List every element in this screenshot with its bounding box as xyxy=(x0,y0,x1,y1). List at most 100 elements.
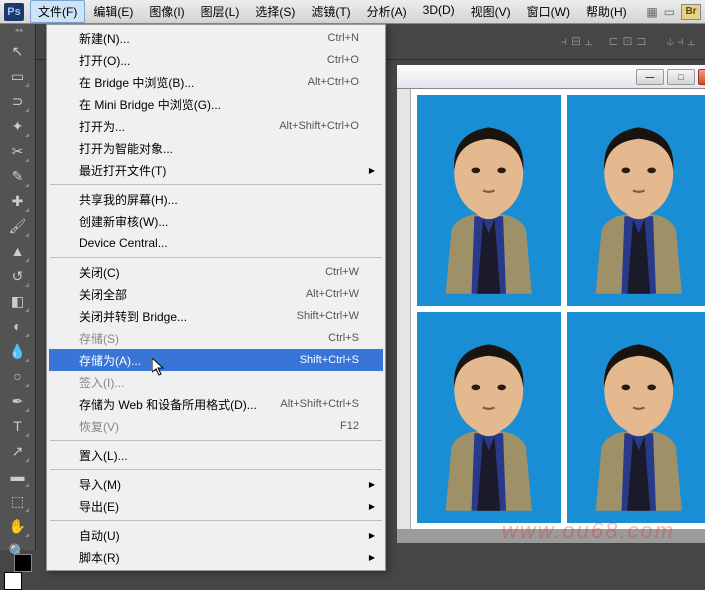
maximize-button[interactable]: □ xyxy=(667,69,695,85)
background-color[interactable] xyxy=(14,554,32,572)
menu-item[interactable]: 视图(V) xyxy=(463,0,519,23)
lasso-tool[interactable]: ⊃ xyxy=(6,89,30,113)
id-photo xyxy=(417,312,561,523)
align-icon[interactable]: ⫠ xyxy=(585,34,592,49)
menu-label: 在 Bridge 中浏览(B)... xyxy=(79,74,308,91)
menu-item[interactable]: 图像(I) xyxy=(141,0,192,23)
marquee-tool[interactable]: ▭ xyxy=(6,64,30,88)
panel-handle[interactable] xyxy=(3,28,33,34)
document-titlebar[interactable]: — □ ✕ xyxy=(397,65,705,89)
align-icon[interactable]: ⊡ xyxy=(622,34,632,49)
gradient-tool[interactable]: ◐ xyxy=(6,314,30,338)
screen-mode-icon[interactable]: ▭ xyxy=(664,5,675,19)
menu-label: 关闭并转到 Bridge... xyxy=(79,308,297,325)
healing-tool[interactable]: ✚ xyxy=(6,189,30,213)
id-photo xyxy=(417,95,561,306)
history-brush-tool[interactable]: ↺ xyxy=(6,264,30,288)
menu-shortcut: Ctrl+S xyxy=(328,332,359,344)
menu-row[interactable]: 在 Mini Bridge 中浏览(G)... xyxy=(49,93,383,115)
menu-label: 关闭全部 xyxy=(79,286,306,303)
menu-label: 恢复(V) xyxy=(79,418,340,435)
path-tool[interactable]: ↗ xyxy=(6,439,30,463)
menu-row[interactable]: 最近打开文件(T) xyxy=(49,159,383,181)
menu-item[interactable]: 帮助(H) xyxy=(578,0,635,23)
menu-label: 新建(N)... xyxy=(79,30,328,47)
menu-item[interactable]: 3D(D) xyxy=(415,0,463,23)
type-tool[interactable]: T xyxy=(6,414,30,438)
eraser-tool[interactable]: ◧ xyxy=(6,289,30,313)
align-icon[interactable]: ⊐ xyxy=(637,34,647,49)
menu-row[interactable]: 导出(E) xyxy=(49,495,383,517)
move-tool[interactable]: ↖ xyxy=(6,39,30,63)
menu-shortcut: Ctrl+N xyxy=(328,32,359,44)
menu-row[interactable]: 打开(O)...Ctrl+O xyxy=(49,49,383,71)
menu-row[interactable]: 脚本(R) xyxy=(49,546,383,568)
menu-row[interactable]: 打开为...Alt+Shift+Ctrl+O xyxy=(49,115,383,137)
menu-row[interactable]: 创建新审核(W)... xyxy=(49,210,383,232)
brush-tool[interactable]: 🖌 xyxy=(6,214,30,238)
menu-row[interactable]: 新建(N)...Ctrl+N xyxy=(49,27,383,49)
menu-row: 存储(S)Ctrl+S xyxy=(49,327,383,349)
menu-label: 关闭(C) xyxy=(79,264,325,281)
menu-row[interactable]: 置入(L)... xyxy=(49,444,383,466)
menu-label: 共享我的屏幕(H)... xyxy=(79,191,359,208)
menu-separator xyxy=(50,440,382,441)
menu-row[interactable]: 存储为(A)...Shift+Ctrl+S xyxy=(49,349,383,371)
menu-row[interactable]: 在 Bridge 中浏览(B)...Alt+Ctrl+O xyxy=(49,71,383,93)
menu-label: 打开为智能对象... xyxy=(79,140,359,157)
menu-row[interactable]: 自动(U) xyxy=(49,524,383,546)
menu-row: 签入(I)... xyxy=(49,371,383,393)
menu-row[interactable]: 打开为智能对象... xyxy=(49,137,383,159)
pen-tool[interactable]: ✒ xyxy=(6,389,30,413)
align-icon[interactable]: ⊏ xyxy=(608,34,618,49)
document-window: — □ ✕ xyxy=(396,64,705,544)
doc-layout-icon[interactable]: ▦ xyxy=(646,5,657,19)
distribute-icon[interactable]: ⫝ xyxy=(667,34,674,49)
crop-tool[interactable]: ✂ xyxy=(6,139,30,163)
eyedropper-tool[interactable]: ✎ xyxy=(6,164,30,188)
ruler-vertical xyxy=(397,89,411,529)
bridge-badge[interactable]: Br xyxy=(681,4,701,20)
menu-separator xyxy=(50,520,382,521)
hand-tool[interactable]: ✋ xyxy=(6,514,30,538)
menu-item[interactable]: 滤镜(T) xyxy=(303,0,358,23)
menu-shortcut: Alt+Shift+Ctrl+O xyxy=(279,120,359,132)
align-icon[interactable]: ⫞ xyxy=(561,34,567,49)
menu-row[interactable]: 导入(M) xyxy=(49,473,383,495)
menu-separator xyxy=(50,184,382,185)
menu-shortcut: Alt+Shift+Ctrl+S xyxy=(280,398,359,410)
distribute-icon[interactable]: ⫞ xyxy=(678,34,684,49)
magic-wand-tool[interactable]: ✦ xyxy=(6,114,30,138)
3d-tool[interactable]: ⬚ xyxy=(6,489,30,513)
shape-tool[interactable]: ▬ xyxy=(6,464,30,488)
menu-item[interactable]: 图层(L) xyxy=(193,0,248,23)
menu-label: 签入(I)... xyxy=(79,374,359,391)
menu-row[interactable]: 存储为 Web 和设备所用格式(D)...Alt+Shift+Ctrl+S xyxy=(49,393,383,415)
menu-item[interactable]: 窗口(W) xyxy=(519,0,578,23)
foreground-color[interactable] xyxy=(4,572,22,590)
menu-row[interactable]: 关闭全部Alt+Ctrl+W xyxy=(49,283,383,305)
document-canvas[interactable] xyxy=(411,89,705,529)
menu-label: 打开为... xyxy=(79,118,279,135)
menu-item[interactable]: 选择(S) xyxy=(247,0,303,23)
menu-item[interactable]: 文件(F) xyxy=(30,0,85,23)
menu-row[interactable]: 关闭(C)Ctrl+W xyxy=(49,261,383,283)
id-photo xyxy=(567,312,705,523)
stamp-tool[interactable]: ▲ xyxy=(6,239,30,263)
distribute-icon[interactable]: ⫠ xyxy=(688,34,695,49)
blur-tool[interactable]: 💧 xyxy=(6,339,30,363)
menu-item[interactable]: 编辑(E) xyxy=(85,0,141,23)
menu-row[interactable]: 关闭并转到 Bridge...Shift+Ctrl+W xyxy=(49,305,383,327)
dodge-tool[interactable]: ○ xyxy=(6,364,30,388)
menu-row[interactable]: 共享我的屏幕(H)... xyxy=(49,188,383,210)
menu-label: 自动(U) xyxy=(79,527,359,544)
menu-item[interactable]: 分析(A) xyxy=(359,0,415,23)
align-icon[interactable]: ⊟ xyxy=(571,34,581,49)
minimize-button[interactable]: — xyxy=(636,69,664,85)
option-group-align: ⫞ ⊟ ⫠ ⊏ ⊡ ⊐ ⫝ ⫞ ⫠ xyxy=(561,34,695,49)
close-button[interactable]: ✕ xyxy=(698,69,705,85)
menu-label: 脚本(R) xyxy=(79,549,359,566)
menu-shortcut: F12 xyxy=(340,420,359,432)
menu-row[interactable]: Device Central... xyxy=(49,232,383,254)
menu-separator xyxy=(50,257,382,258)
